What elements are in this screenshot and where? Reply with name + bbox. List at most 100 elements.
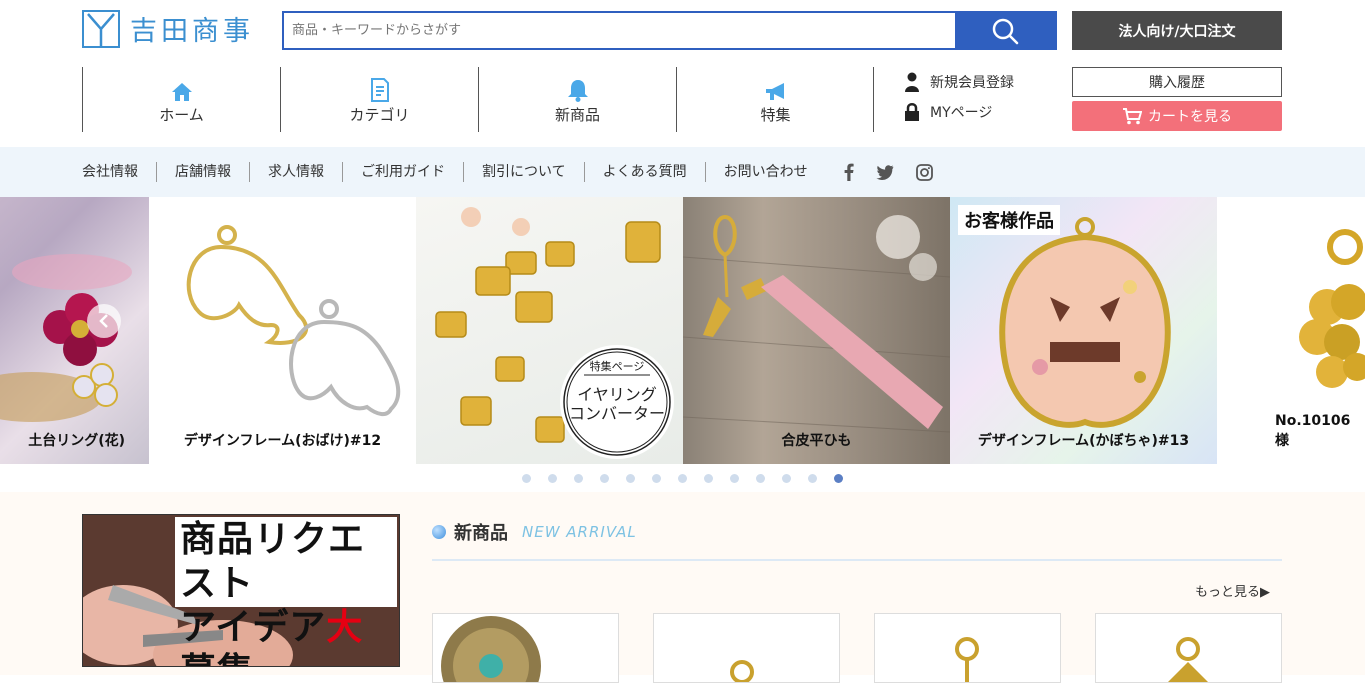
register-link[interactable]: 新規会員登録 [904,67,1014,97]
slide-no10106[interactable]: No.10106 様 [1217,197,1365,464]
slider-dot[interactable] [808,473,817,483]
leather-cord-image [683,214,950,433]
purchase-history-button[interactable]: 購入履歴 [1072,67,1282,97]
bell-icon [567,80,588,102]
pumpkin-frame-image [999,217,1171,428]
banner-line2-c: 募集 [180,650,254,666]
banner-line2: アイデア大募集 [180,605,397,666]
mypage-link[interactable]: MYページ [904,97,1014,127]
product-image [955,637,979,682]
see-more-link[interactable]: もっと見る▶ [1195,581,1270,600]
main-nav: ホーム カテゴリ 新商品 特集 [82,67,874,132]
logo-text: 吉田商事 [130,16,254,47]
twitter-icon[interactable] [875,164,894,180]
slider-pagination [0,464,1365,492]
mypage-label: MYページ [930,105,993,121]
slider-dot[interactable] [600,473,609,483]
banner-line2-b: 大 [326,606,364,648]
slider-dot[interactable] [522,473,531,483]
ghost-frame-image [186,225,401,416]
earring-converter-image: 特集ページ イヤリング コンバーター [435,207,674,459]
banner-line2-a: アイデア [180,606,327,648]
cart-icon [1123,108,1142,125]
subnav-guide[interactable]: ご利用ガイド [342,162,463,182]
product-card[interactable] [874,613,1061,683]
logo-mark-icon [82,9,120,48]
instagram-icon[interactable] [915,163,933,181]
search-button[interactable] [955,13,1055,48]
subnav-company[interactable]: 会社情報 [82,162,156,182]
slider-dot[interactable] [678,473,687,483]
site-header: 吉田商事 法人向け/大口注文 ホーム カテゴリ 新商品 特集 [0,0,1365,147]
document-icon [370,78,389,102]
slide-caption: 土台リング(花) [28,433,125,449]
new-arrivals-subtitle: NEW ARRIVAL [522,523,637,541]
site-logo[interactable]: 吉田商事 [82,9,254,48]
slider-dot[interactable] [704,473,713,483]
lock-icon [905,103,919,121]
nav-home[interactable]: ホーム [82,67,280,132]
megaphone-icon [765,83,784,100]
nav-category[interactable]: カテゴリ [280,67,478,132]
view-cart-button[interactable]: カートを見る [1072,101,1282,131]
account-links: 新規会員登録 MYページ [873,67,1014,132]
search-bar [282,11,1057,50]
feature-badge-line2: コンバーター [569,404,665,423]
nav-new-products[interactable]: 新商品 [478,67,676,132]
new-arrivals-list [432,613,1316,683]
feature-badge-line1: イヤリング [577,385,657,404]
facebook-icon[interactable] [844,163,854,181]
product-request-banner[interactable]: 商品リクエスト アイデア大募集 [82,514,400,667]
user-icon [905,72,919,92]
subnav-jobs[interactable]: 求人情報 [249,162,342,182]
subnav-contact[interactable]: お問い合わせ [704,162,826,182]
subnav-discount[interactable]: 割引について [463,162,584,182]
subnav-faq[interactable]: よくある質問 [583,162,705,182]
ring-flower-image [0,254,132,422]
customer-work-tag: お客様作品 [958,205,1060,235]
subnav-stores[interactable]: 店舗情報 [156,162,249,182]
slider-dot[interactable] [548,473,557,483]
banner-line1: 商品リクエスト [180,518,366,604]
slider-dot[interactable] [730,473,739,483]
product-image [441,616,541,682]
hero-slider: 土台リング(花) デザインフレーム(おばけ)#12 特集ページ イヤリング コン… [0,197,1365,464]
product-card[interactable] [1095,613,1282,683]
slide-caption: 合皮平ひも [781,433,852,449]
chevron-left-icon [99,314,108,328]
slider-dot[interactable] [782,473,791,483]
slide-caption: デザインフレーム(かぼちゃ)#13 [977,433,1190,449]
search-icon [992,18,1019,44]
slide-pumpkin-frame[interactable]: お客様作品 デザインフレーム(かぼちゃ)#13 [950,197,1217,464]
feature-badge-title: 特集ページ [590,359,645,373]
home-icon [171,83,192,101]
product-image [1168,637,1208,682]
search-input[interactable] [284,13,955,48]
slider-dot[interactable] [834,473,843,483]
slide-caption: No.10106 様 [1275,413,1365,449]
nav-feature-label: 特集 [760,106,791,124]
slider-dot[interactable] [652,473,661,483]
slide-caption: デザインフレーム(おばけ)#12 [183,433,382,449]
product-image [730,660,754,682]
slider-prev-button[interactable] [87,304,121,338]
slide-ring-flower[interactable]: 土台リング(花) [0,197,149,464]
slide-ghost-frame[interactable]: デザインフレーム(おばけ)#12 [149,197,416,464]
banner-text: 商品リクエスト アイデア大募集 [175,517,397,666]
product-card[interactable] [653,613,840,683]
slide-leather-cord[interactable]: 合皮平ひも [683,197,950,464]
slider-dot[interactable] [626,473,635,483]
corporate-order-button[interactable]: 法人向け/大口注文 [1072,11,1282,50]
slide-earring-converter[interactable]: 特集ページ イヤリング コンバーター [416,197,683,464]
social-links [844,163,955,181]
nav-feature[interactable]: 特集 [676,67,874,132]
product-card[interactable] [432,613,619,683]
nav-category-label: カテゴリ [349,106,410,124]
bullet-icon [432,525,446,539]
slider-dot[interactable] [756,473,765,483]
nav-home-label: ホーム [159,106,204,124]
register-label: 新規会員登録 [930,75,1014,91]
slider-dot[interactable] [574,473,583,483]
view-cart-label: カートを見る [1148,109,1232,125]
main-content: 商品リクエスト アイデア大募集 新商品 NEW ARRIVAL もっと見る▶ [0,492,1365,683]
